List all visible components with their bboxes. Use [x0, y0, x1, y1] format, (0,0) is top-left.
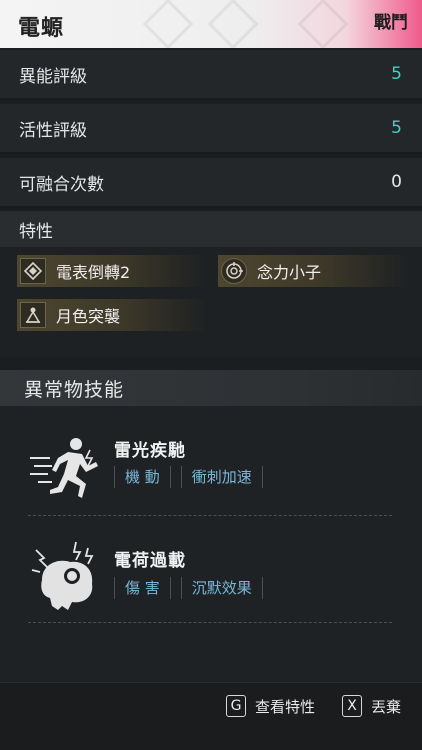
trait-label: 月色突襲 — [56, 307, 121, 326]
skill-divider — [28, 515, 392, 516]
view-traits-button[interactable]: G 查看特性 — [226, 695, 315, 717]
drop-label: 丟棄 — [371, 697, 402, 716]
item-type-tag: 戰鬥 — [374, 13, 408, 33]
x-key-icon: X — [342, 695, 362, 717]
skill-divider — [28, 622, 392, 623]
sprinting-figure-icon — [28, 432, 102, 506]
psychic-target-icon — [221, 258, 247, 284]
skill-entry[interactable]: 雷光疾馳 機 動 衝刺加速 — [0, 432, 422, 532]
stat-label: 可融合次數 — [19, 174, 104, 195]
traits-section-title: 特性 — [0, 211, 422, 247]
trait-label: 電表倒轉2 — [56, 263, 131, 282]
traits-panel: 電表倒轉2 念力小子 月色突襲 — [0, 247, 422, 357]
action-footer: G 查看特性 X 丟棄 — [0, 682, 422, 750]
skill-tag: 沉默效果 — [180, 577, 263, 599]
header-decoration — [297, 0, 349, 48]
charged-creature-icon — [28, 540, 102, 614]
item-header: 電螈 戰鬥 — [0, 0, 422, 48]
stat-value: 5 — [391, 118, 402, 138]
skill-tag: 衝刺加速 — [180, 466, 263, 488]
g-key-icon: G — [226, 695, 246, 717]
moon-raid-icon — [20, 302, 46, 328]
skill-tag: 傷 害 — [114, 577, 171, 599]
header-decoration — [142, 0, 194, 48]
trait-item[interactable]: 月色突襲 — [17, 299, 207, 331]
stat-label: 異能評級 — [19, 66, 87, 87]
item-title: 電螈 — [18, 16, 65, 41]
stat-label: 活性評級 — [19, 120, 87, 141]
skill-entry[interactable]: 電荷過載 傷 害 沉默效果 — [0, 540, 422, 640]
stat-row-activity-rating: 活性評級 5 — [0, 104, 422, 154]
drop-button[interactable]: X 丟棄 — [342, 695, 401, 717]
trait-item[interactable]: 電表倒轉2 — [17, 255, 205, 287]
stat-row-fusion-count: 可融合次數 0 — [0, 158, 422, 208]
stat-row-ability-rating: 異能評級 5 — [0, 50, 422, 100]
skill-name: 電荷過載 — [114, 551, 186, 571]
skill-tag: 機 動 — [114, 466, 171, 488]
header-decoration — [207, 0, 259, 48]
trait-label: 念力小子 — [257, 263, 322, 282]
trait-item[interactable]: 念力小子 — [218, 255, 408, 287]
view-traits-label: 查看特性 — [255, 697, 316, 716]
diamond-icon — [20, 258, 46, 284]
abilities-section-title: 異常物技能 — [0, 370, 422, 406]
stat-value: 0 — [391, 172, 402, 192]
stat-value: 5 — [391, 64, 402, 84]
abilities-panel: 雷光疾馳 機 動 衝刺加速 電荷過載 傷 害 沉默效果 — [0, 406, 422, 682]
skill-name: 雷光疾馳 — [114, 441, 186, 461]
